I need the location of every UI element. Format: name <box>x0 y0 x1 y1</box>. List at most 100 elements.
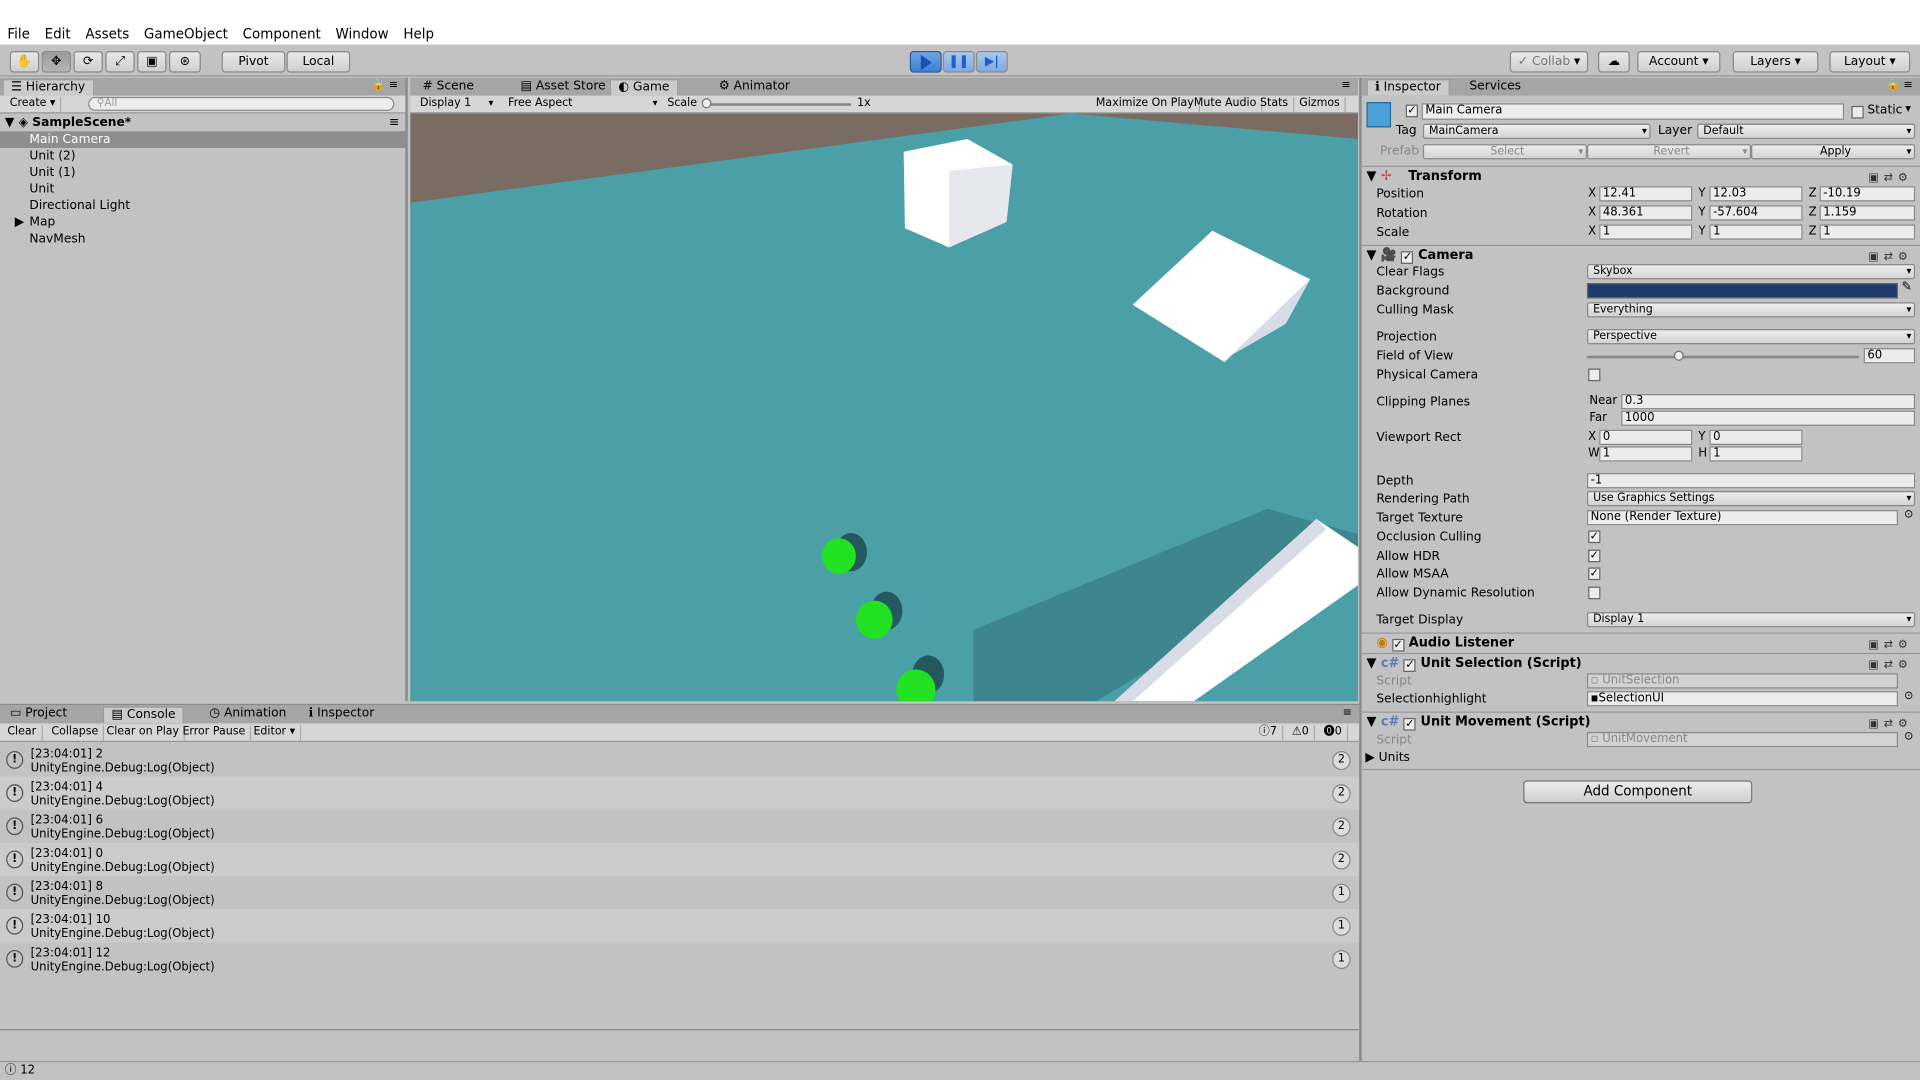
object-picker-icon[interactable]: ⊙ <box>1904 509 1913 522</box>
clear-flags-dropdown[interactable]: Skybox <box>1586 263 1916 280</box>
collapse-button[interactable]: Collapse <box>47 725 105 741</box>
culling-mask-dropdown[interactable]: Everything <box>1586 302 1916 318</box>
tab-asset-store[interactable]: ▤ Asset Store <box>513 79 613 96</box>
collab-button[interactable]: ✓ Collab ▾ <box>1509 51 1589 73</box>
far-input[interactable]: 1000 <box>1621 410 1916 426</box>
static-dropdown-arrow[interactable]: ▾ <box>1905 103 1911 116</box>
aspect-dropdown[interactable]: Free Aspect <box>503 97 660 112</box>
tab-scene[interactable]: # Scene <box>415 79 481 96</box>
object-picker-icon[interactable]: ⊙ <box>1904 690 1913 703</box>
tab-project[interactable]: ▭ Project <box>2 706 74 723</box>
layer-dropdown[interactable]: Default <box>1697 123 1916 139</box>
step-button[interactable]: ▶| <box>975 51 1008 73</box>
pause-button[interactable]: ❚❚ <box>942 51 975 73</box>
hierarchy-item[interactable]: NavMesh <box>0 231 407 248</box>
scene-menu-icon[interactable]: ≡ <box>389 115 399 132</box>
gizmos-button[interactable]: Gizmos <box>1294 96 1346 113</box>
layout-button[interactable]: Layout ▾ <box>1829 51 1911 73</box>
allow-dynamic-resolution-checkbox[interactable] <box>1588 586 1601 600</box>
console-entry[interactable]: ! [23:04:01] 2 UnityEngine.Debug:Log(Objec… <box>0 743 1359 776</box>
warn-count-toggle[interactable]: ⚠0 <box>1287 725 1315 741</box>
hierarchy-item[interactable]: Unit (1) <box>0 164 407 181</box>
info-count-toggle[interactable]: ⓘ7 <box>1254 725 1283 741</box>
error-count-toggle[interactable]: ⓿0 <box>1319 725 1348 741</box>
scale-slider-thumb[interactable] <box>701 98 712 109</box>
transform-tool-button[interactable]: ⊛ <box>168 51 201 73</box>
transform-scale-x[interactable]: 1 <box>1599 224 1693 240</box>
unit-movement-checkbox[interactable]: ✓ <box>1403 717 1417 731</box>
audio-listener-checkbox[interactable]: ✓ <box>1392 638 1405 652</box>
console-detail-pane[interactable] <box>0 1029 1360 1062</box>
console-entry[interactable]: ! [23:04:01] 4 UnityEngine.Debug:Log(Objec… <box>0 776 1360 810</box>
unit-selection-header[interactable]: ▼ c# ✓ Unit Selection (Script) ▣⇄⚙ <box>1361 652 1920 672</box>
transform-position-x[interactable]: 12.41 <box>1599 186 1693 202</box>
clear-on-play-button[interactable]: Clear on Play <box>102 725 186 741</box>
menu-component[interactable]: Component <box>243 26 321 43</box>
tab-hierarchy[interactable]: ☰ Hierarchy <box>2 79 94 96</box>
layers-button[interactable]: Layers ▾ <box>1732 51 1819 73</box>
camera-enabled-checkbox[interactable]: ✓ <box>1401 251 1414 264</box>
hierarchy-search-input[interactable]: ⚲All <box>88 96 395 111</box>
viewport-w-input[interactable]: 1 <box>1599 446 1693 462</box>
target-texture-field[interactable]: None (Render Texture) <box>1586 510 1898 526</box>
viewport-x-input[interactable]: 0 <box>1599 429 1693 446</box>
menu-window[interactable]: Window <box>336 26 389 43</box>
mute-audio-button[interactable]: Mute Audio <box>1189 96 1263 113</box>
unit-movement-header[interactable]: ▼ c# ✓ Unit Movement (Script) ▣⇄⚙ <box>1361 711 1920 731</box>
console-menu-icon[interactable]: ≡ <box>1343 706 1352 719</box>
menu-gameobject[interactable]: GameObject <box>144 26 228 43</box>
projection-dropdown[interactable]: Perspective <box>1586 328 1916 345</box>
lock-icon[interactable]: 🔒 ≡ <box>372 79 398 92</box>
menu-file[interactable]: File <box>7 26 30 43</box>
stats-button[interactable]: Stats <box>1255 96 1295 113</box>
prefab-apply-button[interactable]: Apply <box>1751 144 1916 160</box>
foldout-arrow-icon[interactable]: ▶ <box>15 214 24 231</box>
hierarchy-item[interactable]: Main Camera <box>0 131 407 148</box>
hierarchy-item[interactable]: Directional Light <box>0 198 407 215</box>
cloud-button[interactable]: ☁ <box>1597 51 1630 73</box>
transform-position-z[interactable]: -10.19 <box>1819 186 1916 202</box>
active-checkbox[interactable]: ✓ <box>1405 104 1418 118</box>
unit-selection-checkbox[interactable]: ✓ <box>1403 659 1417 672</box>
clear-button[interactable]: Clear <box>2 725 43 741</box>
tag-dropdown[interactable]: MainCamera <box>1422 123 1651 139</box>
transform-position-y[interactable]: 12.03 <box>1709 186 1803 202</box>
inspector-lock-icon[interactable]: 🔒 ≡ <box>1886 79 1912 92</box>
editor-dropdown[interactable]: Editor ▾ <box>249 725 302 741</box>
occlusion-culling-checkbox[interactable]: ✓ <box>1588 530 1601 544</box>
game-menu-icon[interactable]: ≡ <box>1341 79 1350 92</box>
rect-tool-button[interactable]: ▣ <box>137 51 167 73</box>
error-pause-button[interactable]: Error Pause <box>178 725 252 741</box>
static-checkbox[interactable] <box>1851 105 1864 119</box>
play-button[interactable] <box>909 51 942 73</box>
transform-rotation-y[interactable]: -57.604 <box>1709 205 1803 221</box>
menu-help[interactable]: Help <box>403 26 434 43</box>
camera-header[interactable]: ▼ 🎥 ✓ Camera ▣⇄⚙ <box>1361 244 1920 264</box>
rendering-path-dropdown[interactable]: Use Graphics Settings <box>1586 490 1916 507</box>
hand-tool-button[interactable]: ✋ <box>9 51 40 73</box>
add-component-button[interactable]: Add Component <box>1523 780 1753 804</box>
physical-camera-checkbox[interactable] <box>1588 368 1601 382</box>
prefab-revert-button[interactable]: Revert <box>1586 144 1752 160</box>
display-dropdown[interactable]: Display 1 <box>415 97 496 112</box>
game-viewport[interactable] <box>410 113 1358 702</box>
allow-hdr-checkbox[interactable]: ✓ <box>1588 549 1601 563</box>
console-entry[interactable]: ! [23:04:01] 6 UnityEngine.Debug:Log(Objec… <box>0 810 1359 843</box>
move-tool-button[interactable]: ✥ <box>41 51 72 73</box>
units-foldout[interactable]: ▶ Units <box>1365 751 1410 765</box>
object-picker-icon[interactable]: ⊙ <box>1904 731 1913 744</box>
transform-header[interactable]: ▼ ✢ Transform ▣⇄⚙ <box>1361 165 1920 185</box>
tab-console[interactable]: ▤ Console <box>102 706 185 723</box>
scene-row[interactable]: ▼ ◈ SampleScene* ≡ <box>0 115 407 132</box>
pivot-button[interactable]: Pivot <box>221 51 286 73</box>
create-button[interactable]: Create ▾ <box>5 96 62 113</box>
eyedropper-icon[interactable]: ✎ <box>1902 281 1912 295</box>
allow-msaa-checkbox[interactable]: ✓ <box>1588 567 1601 581</box>
account-button[interactable]: Account ▾ <box>1637 51 1721 73</box>
console-entry[interactable]: ! [23:04:01] 12 UnityEngine.Debug:Log(Obje… <box>0 942 1359 975</box>
tab-inspector[interactable]: ℹ Inspector <box>1366 79 1450 96</box>
maximize-on-play-button[interactable]: Maximize On Play <box>1091 96 1200 113</box>
transform-scale-y[interactable]: 1 <box>1709 224 1803 240</box>
target-display-dropdown[interactable]: Display 1 <box>1586 612 1916 628</box>
depth-input[interactable]: -1 <box>1586 473 1916 489</box>
